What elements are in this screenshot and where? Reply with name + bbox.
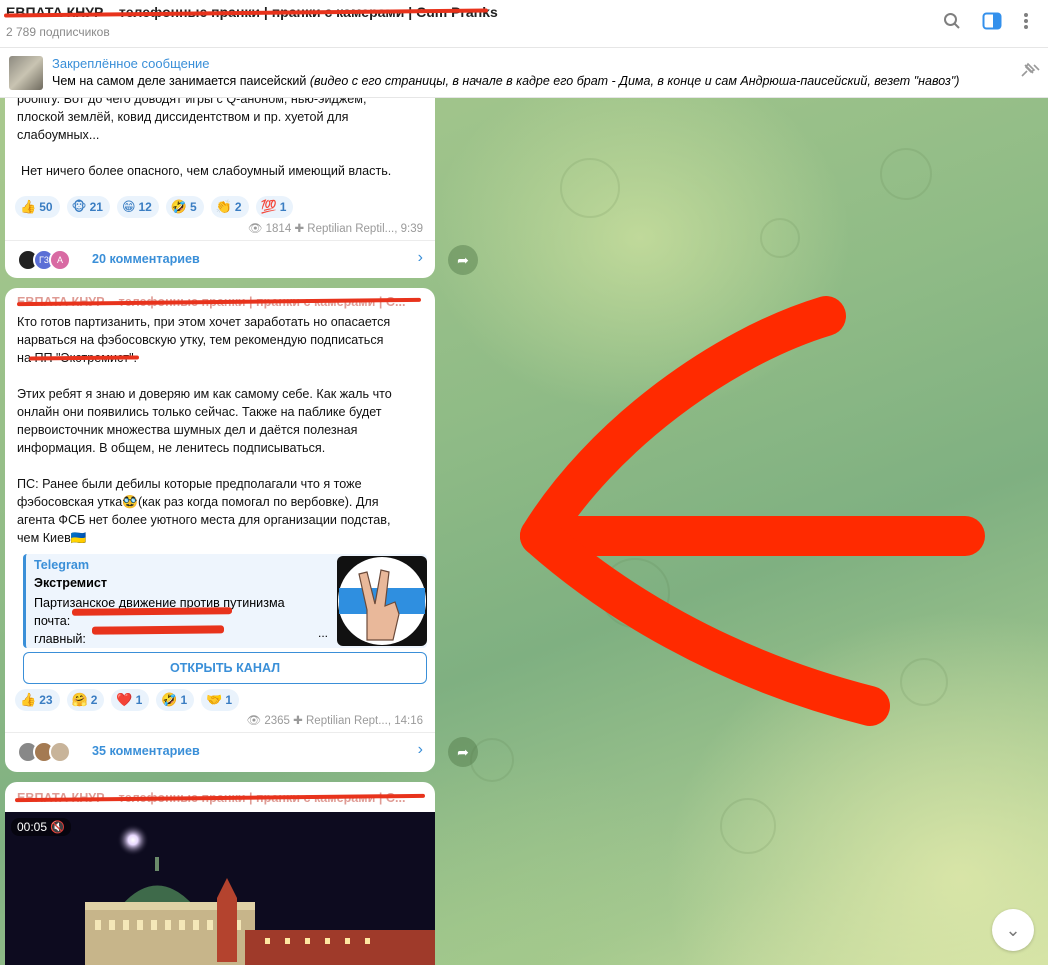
- pinned-text-main: Чем на самом деле занимается паисейский: [52, 74, 307, 88]
- subscriber-count: 2 789 подписчиков: [6, 25, 110, 39]
- channel-header: ЕВПАТА КНУР – телефонные пранки | пранки…: [0, 0, 1048, 48]
- chat-area[interactable]: poolitry. Вот до чего доводят игры с Q-а…: [0, 98, 1048, 965]
- pinned-message-bar[interactable]: Закреплённое сообщение Чем на самом деле…: [0, 48, 1048, 98]
- pinned-text: Чем на самом деле занимается паисейский …: [52, 74, 959, 88]
- search-icon[interactable]: [941, 12, 963, 34]
- pinned-thumbnail: [9, 56, 43, 90]
- more-menu-icon[interactable]: [1015, 12, 1037, 34]
- unpin-icon[interactable]: [1018, 62, 1040, 85]
- sidebar-toggle-icon[interactable]: [981, 12, 1003, 34]
- scroll-down-button[interactable]: ⌄: [992, 909, 1034, 951]
- red-arrow-annotation: [520, 296, 985, 726]
- pinned-label: Закреплённое сообщение: [52, 56, 210, 71]
- pinned-text-italic: (видео с его страницы, в начале в кадре …: [309, 74, 960, 88]
